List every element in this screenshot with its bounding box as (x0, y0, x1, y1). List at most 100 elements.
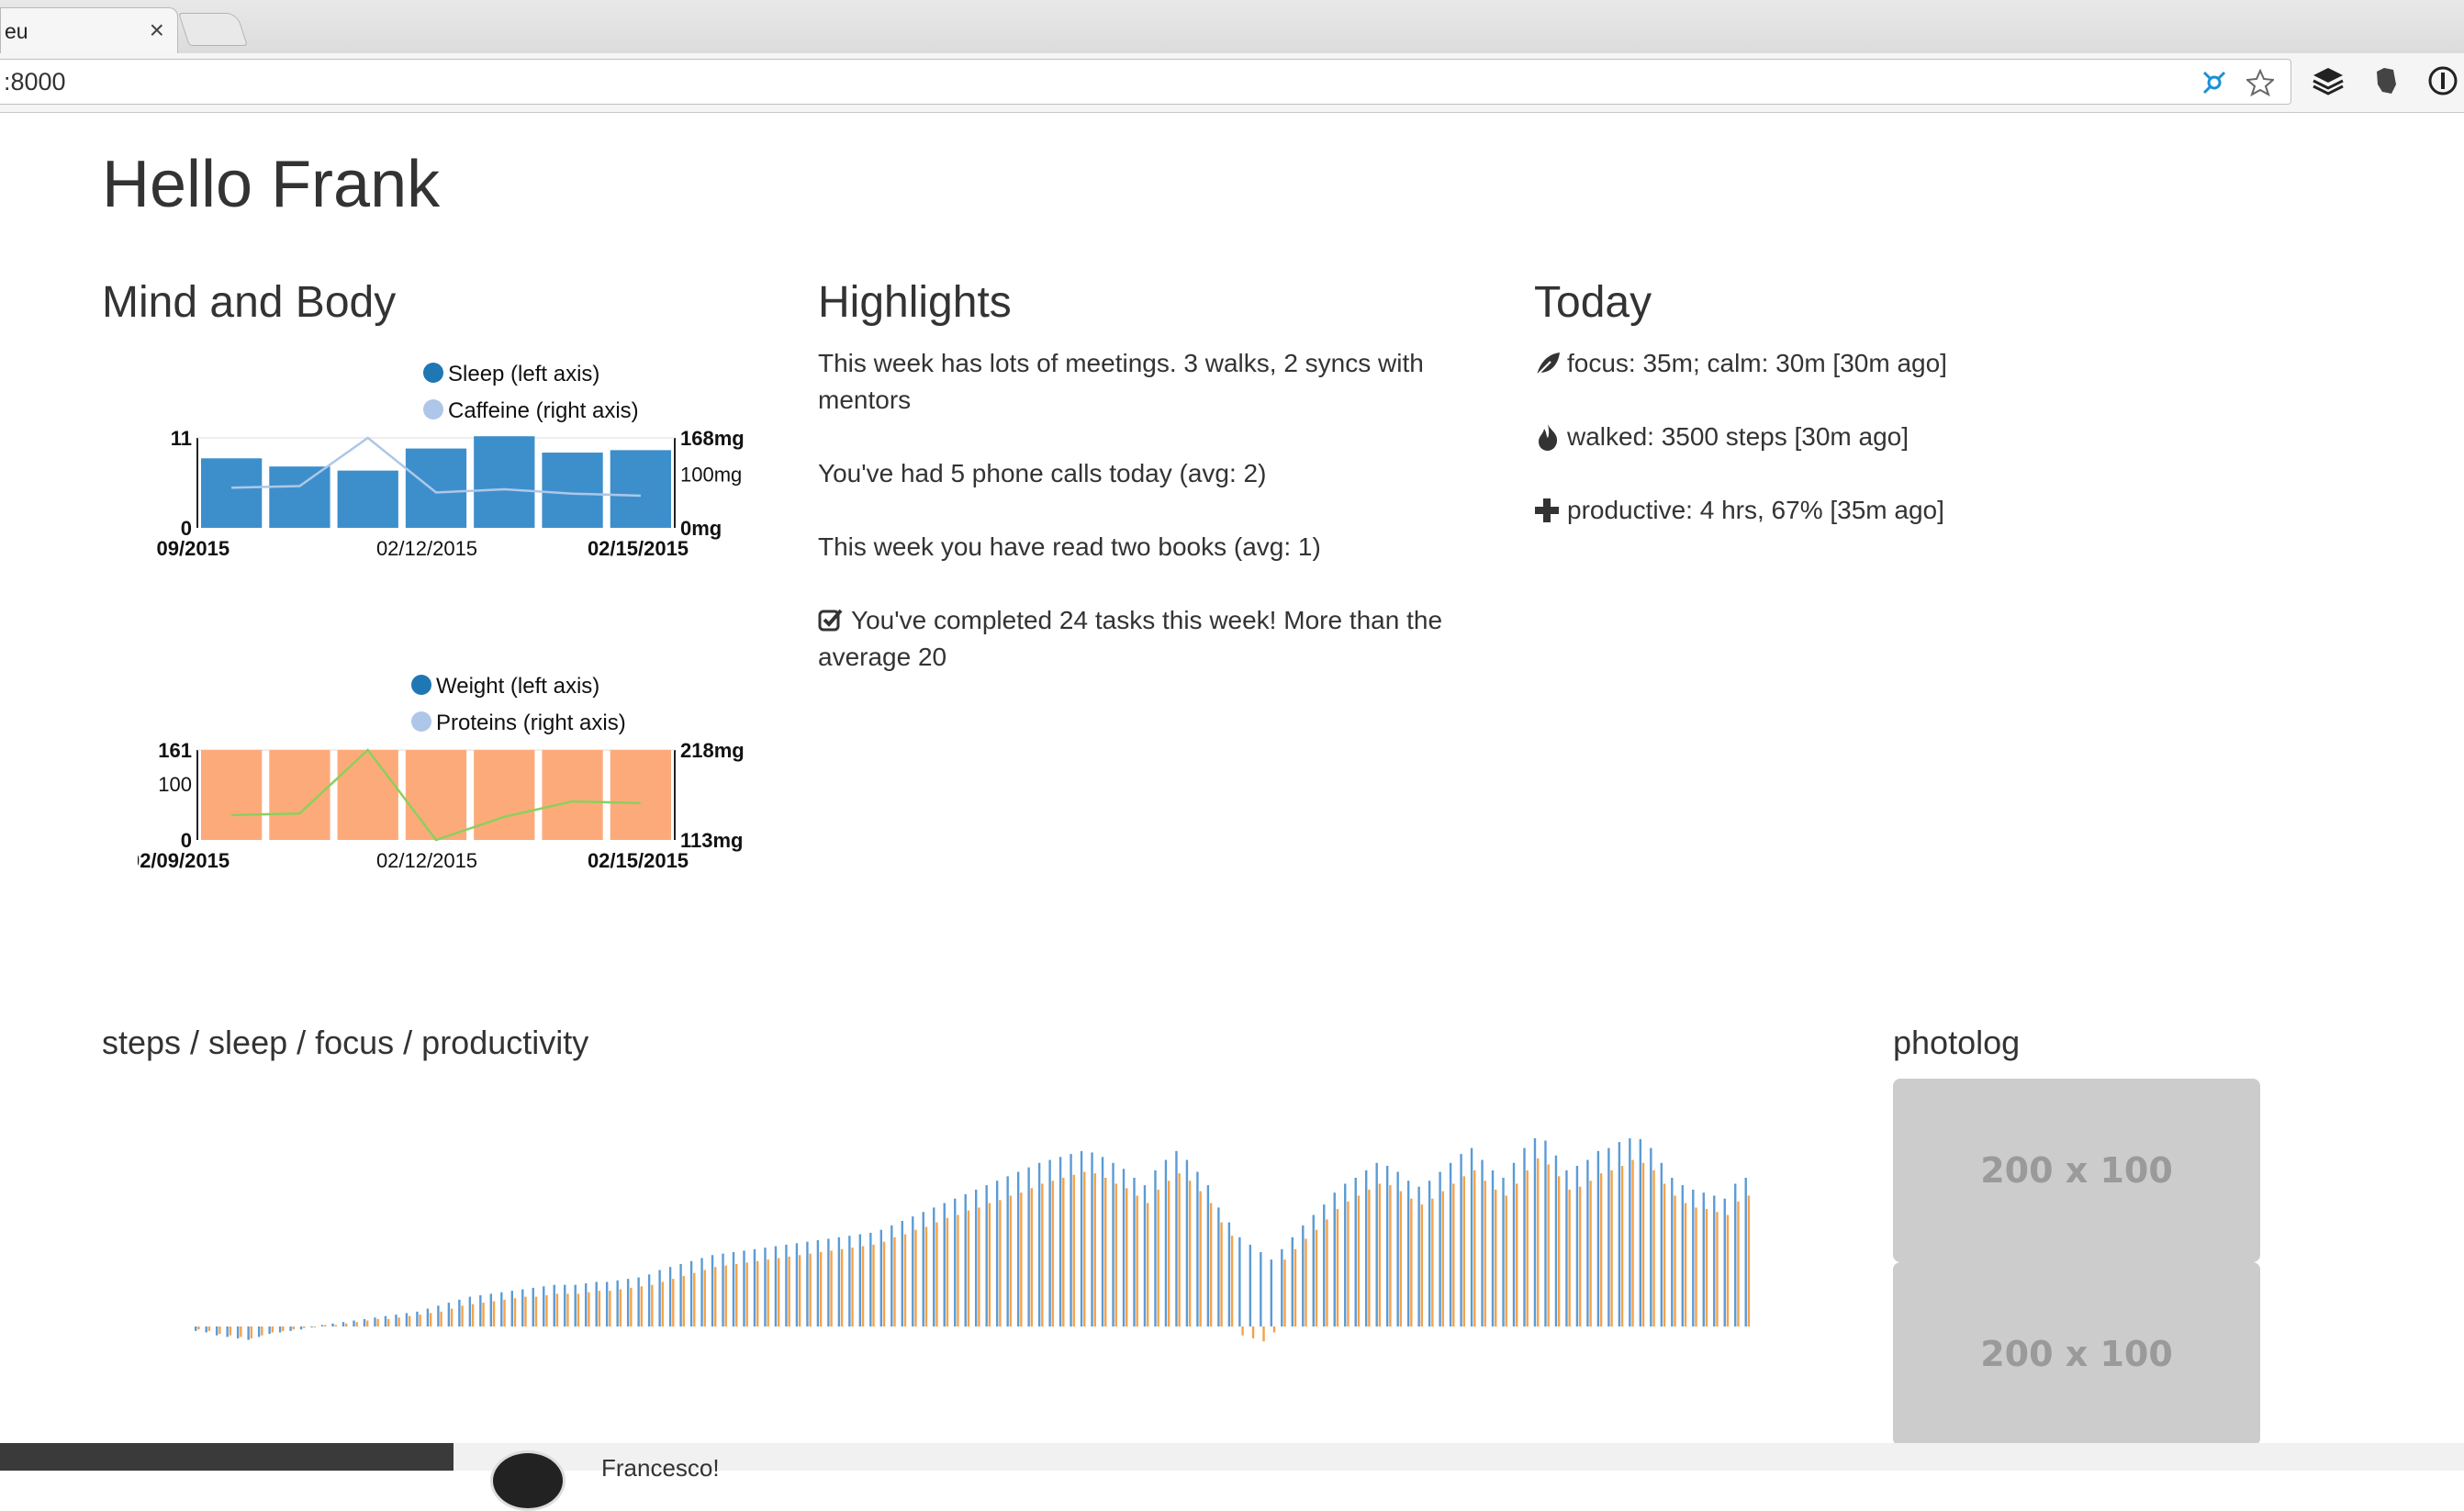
left-tick-label: 11 (171, 427, 192, 450)
activity-bar (334, 1325, 337, 1326)
activity-bar (218, 1326, 221, 1335)
today-heading: Today (1534, 278, 1652, 327)
activity-bar (999, 1200, 1002, 1326)
activity-bar (376, 1318, 379, 1326)
activity-bar (978, 1207, 980, 1326)
activity-bar (1272, 1326, 1276, 1333)
activity-bar (985, 1185, 988, 1326)
activity-bar (426, 1308, 430, 1326)
activity-bar (1589, 1181, 1592, 1326)
browser-tab[interactable]: eu × (0, 7, 178, 54)
activity-bar (954, 1198, 957, 1326)
activity-bar (500, 1292, 503, 1326)
activity-bar (205, 1326, 207, 1333)
activity-bar (967, 1210, 970, 1326)
page-action-icon[interactable] (2201, 69, 2228, 96)
activity-bar (1406, 1181, 1410, 1326)
activity-bar (545, 1294, 548, 1326)
activity-bar (1336, 1209, 1339, 1326)
address-bar[interactable]: :8000 (0, 59, 2291, 105)
activity-bar (1347, 1201, 1350, 1326)
activity-bar (830, 1250, 833, 1326)
activity-bar (461, 1305, 464, 1326)
activity-bar (879, 1229, 883, 1326)
right-tick-label: 113mg (680, 829, 744, 852)
activity-bar (1315, 1229, 1318, 1326)
activity-bar (1164, 1159, 1168, 1326)
activity-bar (555, 1293, 559, 1326)
today-focus-row: focus: 35m; calm: 30m [30m ago] (1534, 349, 1947, 378)
activity-bar (1020, 1192, 1023, 1326)
activity-bar (1684, 1203, 1687, 1326)
activity-bar (1641, 1162, 1645, 1326)
activity-bar (1575, 1166, 1579, 1326)
photolog-heading: photolog (1893, 1024, 2021, 1061)
activity-bar (1206, 1185, 1210, 1326)
activity-bar (598, 1291, 601, 1326)
chart-bar (474, 436, 535, 528)
activity-bar (1112, 1162, 1114, 1326)
activity-bar (626, 1279, 630, 1326)
new-tab-button[interactable] (178, 13, 248, 46)
activity-bar (1692, 1189, 1695, 1326)
activity-bar (324, 1325, 327, 1326)
activity-bar (524, 1296, 527, 1326)
activity-bar (1491, 1170, 1495, 1326)
evernote-extension-icon[interactable] (2369, 64, 2402, 97)
close-tab-icon[interactable]: × (150, 16, 164, 45)
activity-bar (1157, 1189, 1159, 1326)
activity-bar (890, 1225, 893, 1326)
activity-bar (732, 1252, 735, 1326)
activity-bar (1016, 1171, 1020, 1326)
activity-bar (1080, 1150, 1083, 1326)
activity-bar (1610, 1170, 1613, 1326)
photo-placeholder[interactable]: 200 x 100 (1893, 1262, 2260, 1446)
activity-bar (893, 1237, 896, 1326)
right-tick-label: 100mg (680, 464, 742, 487)
today-walk-row: walked: 3500 steps [30m ago] (1534, 422, 1909, 452)
activity-bar (735, 1263, 738, 1326)
activity-bar (1557, 1176, 1561, 1326)
bookmark-star-icon[interactable] (2246, 69, 2274, 96)
bottom-window-panel (454, 1443, 2464, 1471)
activity-bar (577, 1293, 580, 1326)
chart-bar (610, 750, 671, 840)
right-tick-label: 168mg (680, 427, 745, 450)
browser-toolbar: :8000 (0, 53, 2464, 113)
activity-bar (827, 1238, 830, 1326)
activity-bar (914, 1229, 917, 1326)
activity-bar (1006, 1176, 1009, 1326)
activity-bar (679, 1263, 682, 1326)
activity-bar (1705, 1209, 1708, 1326)
activity-bar (1523, 1147, 1526, 1326)
activity-bar (798, 1255, 801, 1326)
activity-bar (513, 1298, 517, 1326)
activity-bar (408, 1315, 411, 1326)
activity-bar (785, 1244, 788, 1326)
activity-bar (1009, 1195, 1013, 1326)
activity-bar (1167, 1181, 1170, 1326)
activity-bar (1737, 1201, 1740, 1326)
activity-bar (714, 1267, 717, 1326)
activity-bar (1185, 1159, 1189, 1326)
activity-bar (722, 1253, 724, 1326)
activity-bar (1629, 1138, 1631, 1326)
activity-bar (1323, 1204, 1326, 1326)
legend-label: Caffeine (right axis) (448, 398, 639, 423)
activity-bar (1178, 1173, 1181, 1326)
activity-bar (703, 1270, 706, 1326)
activity-bar (651, 1284, 654, 1326)
activity-bar (440, 1311, 442, 1326)
activity-bar (471, 1304, 475, 1326)
info-extension-icon[interactable] (2426, 64, 2459, 97)
activity-bar (1536, 1158, 1540, 1326)
activity-bar (1143, 1185, 1147, 1326)
activity-bar (1723, 1198, 1726, 1326)
activity-bar (271, 1326, 274, 1333)
activity-bar (1188, 1181, 1192, 1326)
activity-bar (1209, 1203, 1213, 1326)
layers-extension-icon[interactable] (2312, 64, 2345, 97)
photo-placeholder[interactable]: 200 x 100 (1893, 1079, 2260, 1262)
activity-bar (1385, 1166, 1389, 1326)
activity-bar (1631, 1159, 1634, 1326)
